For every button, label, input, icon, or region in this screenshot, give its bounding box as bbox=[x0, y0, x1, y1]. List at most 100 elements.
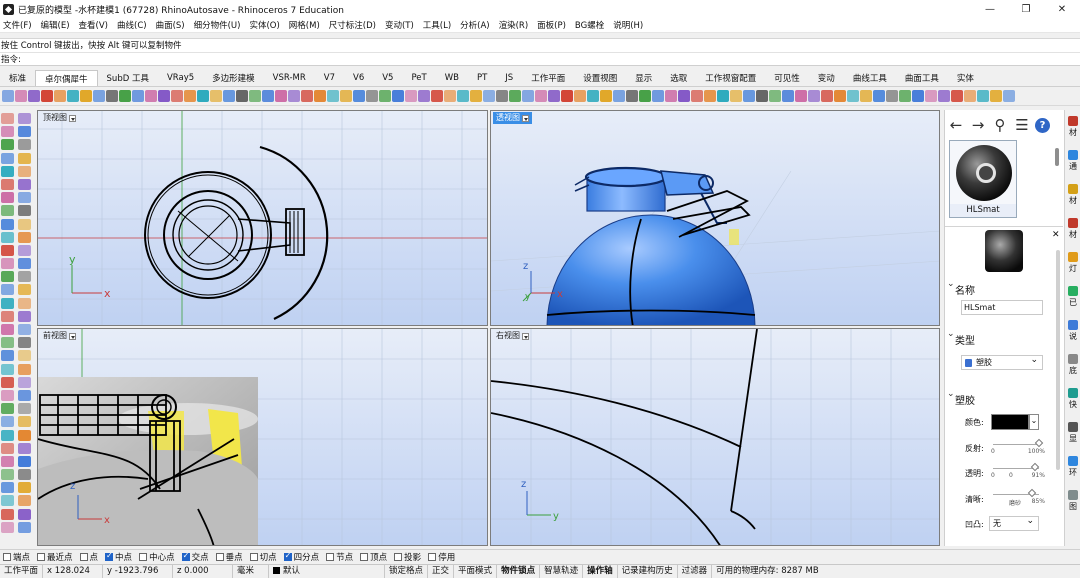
viewport-menu-arrow-icon[interactable] bbox=[69, 332, 76, 340]
toolbar-tool-icon[interactable] bbox=[314, 90, 326, 102]
toolbar-tool-icon[interactable] bbox=[782, 90, 794, 102]
left-tool-icon[interactable] bbox=[18, 284, 31, 296]
left-tool-icon[interactable] bbox=[1, 139, 14, 151]
side-tab-1[interactable]: 通 bbox=[1066, 150, 1080, 172]
toolbar-tool-icon[interactable] bbox=[340, 90, 352, 102]
toolbar-tool-icon[interactable] bbox=[730, 90, 742, 102]
toolbar-tool-icon[interactable] bbox=[470, 90, 482, 102]
toolbar-tool-icon[interactable] bbox=[834, 90, 846, 102]
left-tool-icon[interactable] bbox=[18, 403, 31, 415]
tab-curve-tools[interactable]: 曲线工具 bbox=[844, 70, 896, 86]
side-tab-10[interactable]: 环 bbox=[1066, 456, 1080, 478]
side-tab-7[interactable]: 底 bbox=[1066, 354, 1080, 376]
side-tab-9[interactable]: 显 bbox=[1066, 422, 1080, 444]
toolbar-tool-icon[interactable] bbox=[15, 90, 27, 102]
left-tool-icon[interactable] bbox=[18, 271, 31, 283]
toolbar-tool-icon[interactable] bbox=[535, 90, 547, 102]
toolbar-tool-icon[interactable] bbox=[808, 90, 820, 102]
toolbar-tool-icon[interactable] bbox=[717, 90, 729, 102]
osnap-11[interactable]: 投影 bbox=[394, 551, 421, 563]
tab-standard[interactable]: 标准 bbox=[0, 70, 35, 86]
toolbar-tool-icon[interactable] bbox=[93, 90, 105, 102]
tab-v7[interactable]: V7 bbox=[315, 70, 344, 86]
osnap-checkbox[interactable] bbox=[215, 552, 224, 561]
left-tool-icon[interactable] bbox=[18, 113, 31, 124]
search-icon[interactable]: ⚲ bbox=[991, 116, 1009, 134]
left-tool-icon[interactable] bbox=[18, 389, 31, 401]
toolbar-tool-icon[interactable] bbox=[704, 90, 716, 102]
viewport-menu-arrow-icon[interactable] bbox=[69, 114, 76, 122]
panel-divider[interactable] bbox=[945, 226, 1063, 227]
toolbar-tool-icon[interactable] bbox=[171, 90, 183, 102]
forward-arrow-icon[interactable]: → bbox=[969, 116, 987, 134]
left-tool-icon[interactable] bbox=[18, 231, 31, 243]
left-tool-icon[interactable] bbox=[18, 139, 31, 151]
toolbar-tool-icon[interactable] bbox=[756, 90, 768, 102]
left-tool-icon[interactable] bbox=[18, 363, 31, 375]
status-gumball[interactable]: 操作轴 bbox=[583, 565, 618, 578]
osnap-checkbox[interactable] bbox=[79, 552, 88, 561]
toolbar-tool-icon[interactable] bbox=[301, 90, 313, 102]
viewport-menu-arrow-icon[interactable] bbox=[522, 114, 529, 122]
tab-surface-tools[interactable]: 曲面工具 bbox=[896, 70, 948, 86]
osnap-checkbox[interactable] bbox=[394, 552, 403, 561]
toolbar-tool-icon[interactable] bbox=[769, 90, 781, 102]
toolbar-tool-icon[interactable] bbox=[496, 90, 508, 102]
toolbar-tool-icon[interactable] bbox=[262, 90, 274, 102]
left-tool-icon[interactable] bbox=[18, 482, 31, 494]
osnap-checkbox[interactable] bbox=[360, 552, 369, 561]
left-tool-icon[interactable] bbox=[18, 178, 31, 190]
material-type-dropdown[interactable]: 塑胶 bbox=[961, 354, 1043, 370]
reflectivity-slider[interactable]: 0 100% bbox=[991, 438, 1045, 457]
viewport-front[interactable]: 前视图 x z bbox=[37, 328, 488, 546]
toolbar-tool-icon[interactable] bbox=[509, 90, 521, 102]
left-tool-icon[interactable] bbox=[1, 271, 14, 283]
toolbar-tool-icon[interactable] bbox=[743, 90, 755, 102]
status-grid-snap[interactable]: 锁定格点 bbox=[385, 565, 429, 578]
tab-set-view[interactable]: 设置视图 bbox=[574, 70, 626, 86]
toolbar-tool-icon[interactable] bbox=[275, 90, 287, 102]
toolbar-tool-icon[interactable] bbox=[41, 90, 53, 102]
left-tool-icon[interactable] bbox=[18, 126, 31, 138]
toolbar-tool-icon[interactable] bbox=[574, 90, 586, 102]
slider-thumb[interactable] bbox=[1027, 488, 1037, 498]
toolbar-tool-icon[interactable] bbox=[899, 90, 911, 102]
tab-select[interactable]: 选取 bbox=[661, 70, 696, 86]
toolbar-tool-icon[interactable] bbox=[353, 90, 365, 102]
toolbar-tool-icon[interactable] bbox=[457, 90, 469, 102]
status-units[interactable]: 毫米 bbox=[233, 565, 270, 578]
side-tab-6[interactable]: 说 bbox=[1066, 320, 1080, 342]
toolbar-tool-icon[interactable] bbox=[379, 90, 391, 102]
left-tool-icon[interactable] bbox=[1, 363, 14, 375]
viewport-title-right[interactable]: 右视图 bbox=[493, 330, 532, 342]
osnap-2[interactable]: 点 bbox=[79, 551, 98, 563]
osnap-checkbox[interactable] bbox=[37, 552, 46, 561]
left-tool-icon[interactable] bbox=[1, 178, 14, 190]
toolbar-tool-icon[interactable] bbox=[613, 90, 625, 102]
tab-js[interactable]: JS bbox=[496, 70, 522, 86]
menu-bg-bolt[interactable]: BG螺栓 bbox=[575, 19, 604, 31]
tab-pt[interactable]: PT bbox=[468, 70, 496, 86]
left-tool-icon[interactable] bbox=[18, 218, 31, 230]
tab-vray5[interactable]: VRay5 bbox=[158, 70, 203, 86]
left-tool-icon[interactable] bbox=[1, 165, 14, 177]
left-tool-icon[interactable] bbox=[18, 455, 31, 467]
menu-render[interactable]: 渲染(R) bbox=[499, 19, 529, 31]
toolbar-tool-icon[interactable] bbox=[366, 90, 378, 102]
panel-scrollbar[interactable] bbox=[1056, 250, 1060, 470]
toolbar-tool-icon[interactable] bbox=[639, 90, 651, 102]
left-tool-icon[interactable] bbox=[1, 416, 14, 428]
osnap-0[interactable]: 端点 bbox=[3, 551, 30, 563]
left-tool-icon[interactable] bbox=[18, 258, 31, 270]
clarity-slider[interactable]: 磨砂 85% bbox=[993, 488, 1045, 507]
tab-v6[interactable]: V6 bbox=[344, 70, 373, 86]
menu-dimension[interactable]: 尺寸标注(D) bbox=[329, 19, 376, 31]
osnap-checkbox[interactable] bbox=[283, 551, 292, 561]
toolbar-tool-icon[interactable] bbox=[145, 90, 157, 102]
close-button[interactable]: ✕ bbox=[1044, 0, 1080, 18]
tab-subd-tools[interactable]: SubD 工具 bbox=[98, 70, 158, 86]
toolbar-tool-icon[interactable] bbox=[1003, 90, 1015, 102]
toolbar-tool-icon[interactable] bbox=[522, 90, 534, 102]
toolbar-tool-icon[interactable] bbox=[418, 90, 430, 102]
toolbar-tool-icon[interactable] bbox=[483, 90, 495, 102]
